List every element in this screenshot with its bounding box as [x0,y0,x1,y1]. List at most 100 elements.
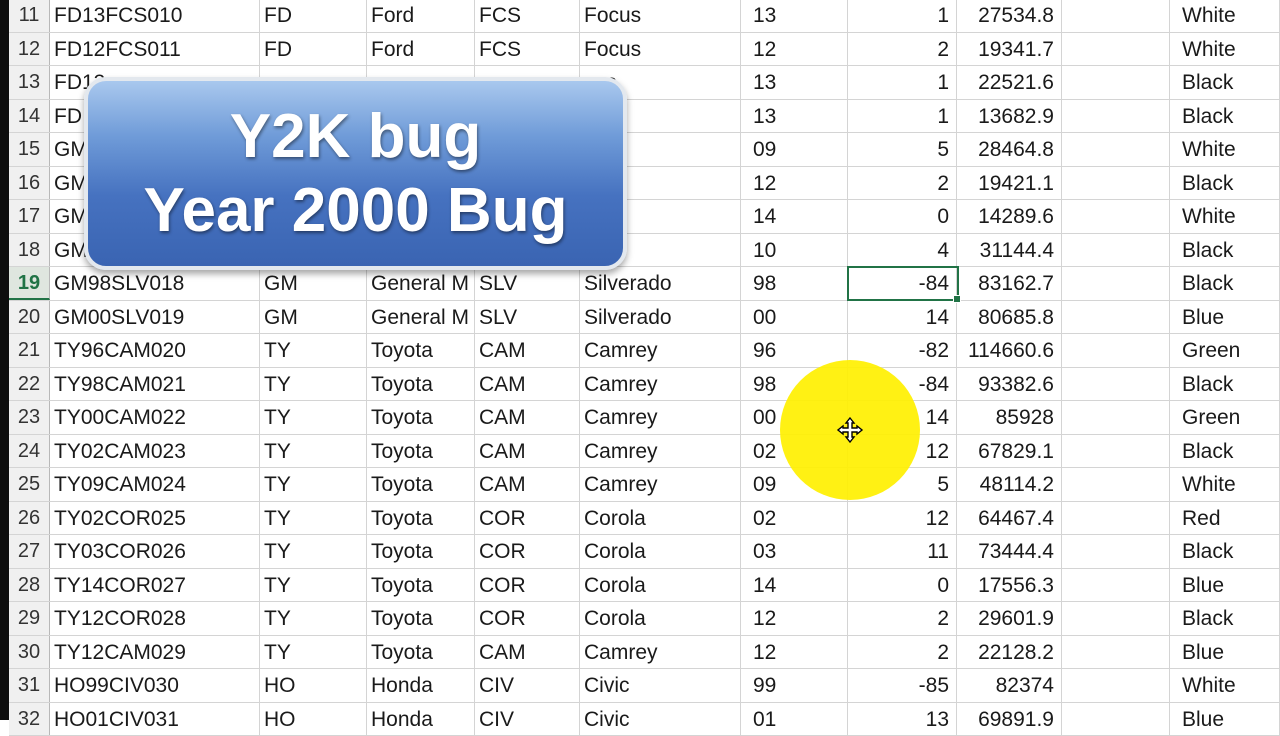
cell-model[interactable]: Focus [580,33,741,66]
row-header[interactable]: 11 [9,0,50,32]
cell-make[interactable]: Toyota [367,435,475,468]
cell-vin[interactable]: FD12FCS011 [50,33,260,66]
cell-blank[interactable] [1062,33,1170,66]
cell-model[interactable]: Silverado [580,267,741,300]
cell-blank[interactable] [1062,301,1170,334]
cell-blank[interactable] [1062,468,1170,501]
row-header[interactable]: 21 [9,334,50,367]
cell-color[interactable]: Black [1170,100,1280,133]
row-header[interactable]: 20 [9,301,50,334]
cell-price[interactable]: 31144.4 [957,234,1062,267]
cell-color[interactable]: White [1170,33,1280,66]
cell-make[interactable]: Honda [367,669,475,702]
cell-year[interactable]: 12 [741,636,848,669]
row-header[interactable]: 12 [9,33,50,66]
cell-blank[interactable] [1062,234,1170,267]
cell-make-code[interactable]: FD [260,0,367,32]
cell-price[interactable]: 48114.2 [957,468,1062,501]
cell-model-code[interactable]: CIV [475,703,580,736]
cell-make-code[interactable]: HO [260,669,367,702]
row-header[interactable]: 32 [9,703,50,736]
cell-age[interactable]: -85 [848,669,957,702]
cell-make-code[interactable]: HO [260,703,367,736]
cell-color[interactable]: Black [1170,535,1280,568]
cell-model-code[interactable]: COR [475,569,580,602]
cell-year[interactable]: 10 [741,234,848,267]
cell-model[interactable]: Civic [580,703,741,736]
cell-model-code[interactable]: CAM [475,636,580,669]
cell-age[interactable]: 4 [848,234,957,267]
cell-color[interactable]: Black [1170,602,1280,635]
cell-color[interactable]: White [1170,669,1280,702]
cell-color[interactable]: Black [1170,435,1280,468]
cell-model[interactable]: Camrey [580,636,741,669]
table-row[interactable]: 24TY02CAM023TYToyotaCAMCamrey021267829.1… [9,435,1280,469]
cell-year[interactable]: 14 [741,200,848,233]
cell-make-code[interactable]: TY [260,401,367,434]
cell-vin[interactable]: TY03COR026 [50,535,260,568]
cell-year[interactable]: 03 [741,535,848,568]
cell-vin[interactable]: TY98CAM021 [50,368,260,401]
cell-age[interactable]: 2 [848,636,957,669]
cell-model[interactable]: Camrey [580,368,741,401]
cell-year[interactable]: 02 [741,502,848,535]
cell-age[interactable]: -84 [848,267,957,300]
row-header[interactable]: 23 [9,401,50,434]
cell-price[interactable]: 73444.4 [957,535,1062,568]
cell-vin[interactable]: TY02COR025 [50,502,260,535]
cell-age[interactable]: 2 [848,602,957,635]
cell-price[interactable]: 28464.8 [957,133,1062,166]
cell-age[interactable]: 1 [848,100,957,133]
cell-age[interactable]: 1 [848,66,957,99]
row-header[interactable]: 30 [9,636,50,669]
cell-year[interactable]: 13 [741,66,848,99]
table-row[interactable]: 31HO99CIV030HOHondaCIVCivic99-8582374Whi… [9,669,1280,703]
cell-model-code[interactable]: CAM [475,401,580,434]
cell-vin[interactable]: TY12COR028 [50,602,260,635]
table-row[interactable]: 29TY12COR028TYToyotaCORCorola12229601.9B… [9,602,1280,636]
cell-color[interactable]: Blue [1170,703,1280,736]
cell-vin[interactable]: GM98SLV018 [50,267,260,300]
cell-color[interactable]: Blue [1170,636,1280,669]
table-row[interactable]: 26TY02COR025TYToyotaCORCorola021264467.4… [9,502,1280,536]
row-header[interactable]: 26 [9,502,50,535]
cell-model[interactable]: Camrey [580,334,741,367]
cell-color[interactable]: Blue [1170,569,1280,602]
cell-price[interactable]: 29601.9 [957,602,1062,635]
cell-model-code[interactable]: SLV [475,301,580,334]
table-row[interactable]: 27TY03COR026TYToyotaCORCorola031173444.4… [9,535,1280,569]
cell-price[interactable]: 114660.6 [957,334,1062,367]
cell-blank[interactable] [1062,334,1170,367]
cell-make[interactable]: Toyota [367,569,475,602]
cell-age[interactable]: 2 [848,167,957,200]
cell-vin[interactable]: GM00SLV019 [50,301,260,334]
cell-price[interactable]: 27534.8 [957,0,1062,32]
cell-blank[interactable] [1062,535,1170,568]
cell-vin[interactable]: TY12CAM029 [50,636,260,669]
cell-model[interactable]: Corola [580,535,741,568]
row-header[interactable]: 27 [9,535,50,568]
cell-blank[interactable] [1062,66,1170,99]
cell-color[interactable]: Black [1170,267,1280,300]
cell-blank[interactable] [1062,435,1170,468]
cell-age[interactable]: 0 [848,569,957,602]
cell-blank[interactable] [1062,0,1170,32]
cell-blank[interactable] [1062,502,1170,535]
row-header[interactable]: 22 [9,368,50,401]
cell-price[interactable]: 67829.1 [957,435,1062,468]
cell-year[interactable]: 12 [741,167,848,200]
cell-model-code[interactable]: CAM [475,368,580,401]
table-row[interactable]: 11FD13FCS010FDFordFCSFocus13127534.8Whit… [9,0,1280,33]
table-row[interactable]: 21TY96CAM020TYToyotaCAMCamrey96-82114660… [9,334,1280,368]
cell-color[interactable]: White [1170,133,1280,166]
cell-year[interactable]: 98 [741,267,848,300]
table-row[interactable]: 28TY14COR027TYToyotaCORCorola14017556.3B… [9,569,1280,603]
cell-model-code[interactable]: SLV [475,267,580,300]
cell-color[interactable]: White [1170,468,1280,501]
row-header[interactable]: 28 [9,569,50,602]
cell-make[interactable]: Toyota [367,602,475,635]
cell-age[interactable]: 11 [848,535,957,568]
cell-blank[interactable] [1062,602,1170,635]
cell-make-code[interactable]: TY [260,569,367,602]
cell-model-code[interactable]: FCS [475,33,580,66]
